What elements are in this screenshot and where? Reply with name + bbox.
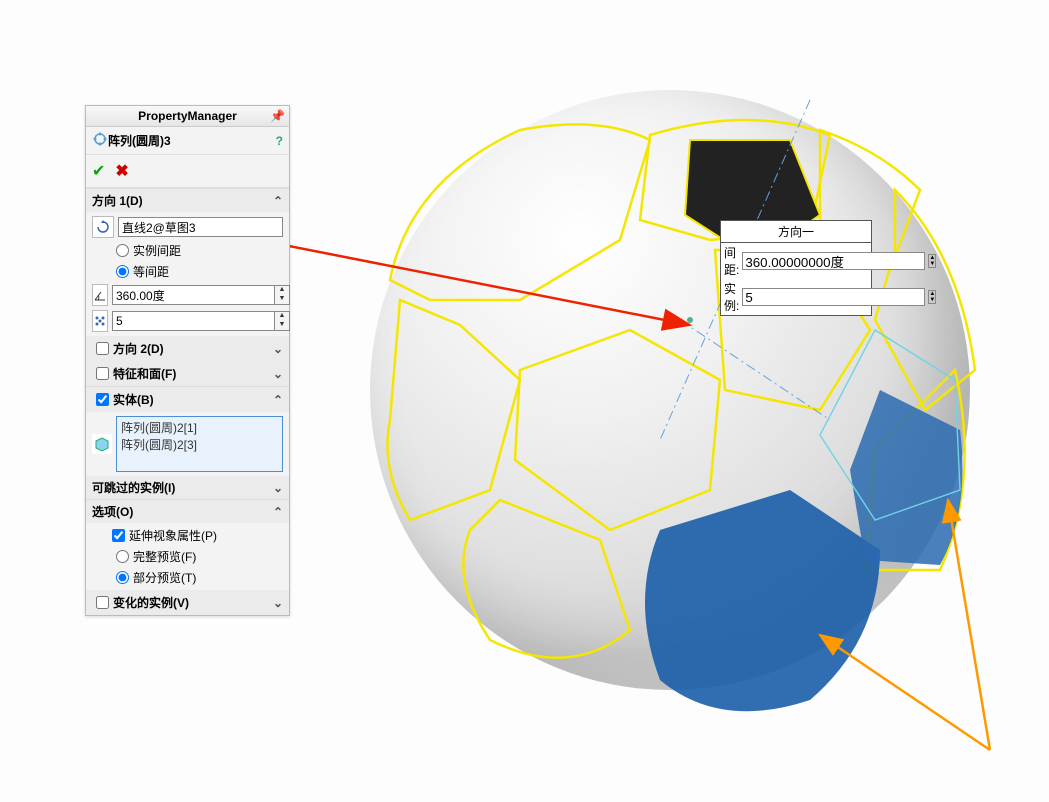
panel-title: PropertyManager: [138, 109, 237, 123]
section-title: 方向 2(D): [113, 340, 164, 357]
chevron-down-icon: ⌄: [273, 596, 283, 610]
angle-spinner[interactable]: ▲▼: [112, 285, 290, 305]
section-title: 方向 1(D): [92, 192, 143, 209]
section-title: 实体(B): [113, 391, 154, 408]
chevron-down-icon: ⌄: [273, 481, 283, 495]
section-header[interactable]: 选项(O) ⌃: [86, 500, 289, 523]
help-icon[interactable]: ?: [276, 134, 283, 148]
section-title: 可跳过的实例(I): [92, 479, 175, 496]
instance-label: 实例:: [724, 280, 739, 314]
spacing-label: 间距:: [724, 244, 739, 278]
section-title: 特征和面(F): [113, 365, 176, 382]
angle-icon: [92, 284, 108, 306]
check-extend-visual[interactable]: 延伸视象属性(P): [92, 527, 283, 544]
stepper-icon[interactable]: ▲▼: [928, 254, 936, 268]
panel-title-bar: PropertyManager 📌: [86, 106, 289, 127]
graphics-viewport[interactable]: [320, 40, 1020, 770]
confirm-row: ✔ ✖: [86, 155, 289, 188]
selected-body-preview: [645, 390, 963, 711]
instance-input[interactable]: [742, 288, 925, 306]
radio-instance-spacing[interactable]: 实例间距: [92, 242, 283, 259]
origin-marker: [687, 317, 693, 323]
section-bodies: 实体(B) ⌃ 阵列(圆周)2[1] 阵列(圆周)2[3]: [86, 386, 289, 476]
section-direction1: 方向 1(D) ⌃ 实例间距 等间距: [86, 188, 289, 336]
list-item[interactable]: 阵列(圆周)2[1]: [121, 419, 278, 436]
feature-name: 阵列(圆周)3: [108, 132, 171, 149]
list-item[interactable]: 阵列(圆周)2[3]: [121, 436, 278, 453]
section-title: 变化的实例(V): [113, 594, 189, 611]
ok-button[interactable]: ✔: [92, 161, 105, 181]
section-features-faces[interactable]: 特征和面(F) ⌄: [86, 361, 289, 386]
spacing-input[interactable]: [742, 252, 925, 270]
chevron-up-icon: ⌃: [273, 393, 283, 407]
count-spinner[interactable]: ▲▼: [112, 311, 290, 331]
solid-body-icon: [92, 434, 112, 454]
chevron-down-icon: ⌄: [273, 342, 283, 356]
section-varied[interactable]: 变化的实例(V) ⌄: [86, 590, 289, 615]
section-title: 选项(O): [92, 503, 133, 520]
radio-full-preview[interactable]: 完整预览(F): [92, 548, 283, 565]
bodies-listbox[interactable]: 阵列(圆周)2[1] 阵列(圆周)2[3]: [116, 416, 283, 472]
section-header[interactable]: 实体(B) ⌃: [86, 387, 289, 412]
callout-arrow: [948, 500, 990, 750]
section-header[interactable]: 方向 1(D) ⌃: [86, 189, 289, 212]
callout-title: 方向一: [721, 221, 871, 243]
radio-partial-preview[interactable]: 部分预览(T): [92, 569, 283, 586]
stepper-icon[interactable]: ▲▼: [928, 290, 936, 304]
chevron-up-icon: ⌃: [273, 505, 283, 519]
reverse-direction-icon[interactable]: [92, 216, 114, 238]
section-options: 选项(O) ⌃ 延伸视象属性(P) 完整预览(F) 部分预览(T): [86, 499, 289, 590]
circular-pattern-icon: [92, 131, 108, 150]
section-skippable[interactable]: 可跳过的实例(I) ⌄: [86, 476, 289, 499]
property-manager-panel: PropertyManager 📌 阵列(圆周)3 ? ✔ ✖ 方向 1(D) …: [85, 105, 290, 616]
section-direction2[interactable]: 方向 2(D) ⌄: [86, 336, 289, 361]
stepper-icon[interactable]: ▲▼: [274, 286, 289, 304]
stepper-icon[interactable]: ▲▼: [274, 312, 289, 330]
pattern-callout[interactable]: 方向一 间距: ▲▼ 实例: ▲▼: [720, 220, 872, 316]
feature-name-row: 阵列(圆周)3 ?: [86, 127, 289, 155]
wireframe-overlay: [320, 40, 1020, 770]
callout-arrow: [820, 635, 990, 750]
pin-icon[interactable]: 📌: [270, 109, 285, 123]
pattern-axis-input[interactable]: [118, 217, 283, 237]
radio-equal-spacing[interactable]: 等间距: [92, 263, 283, 280]
cancel-button[interactable]: ✖: [115, 161, 128, 181]
instance-count-icon: [92, 310, 108, 332]
chevron-down-icon: ⌄: [273, 367, 283, 381]
chevron-up-icon: ⌃: [273, 194, 283, 208]
